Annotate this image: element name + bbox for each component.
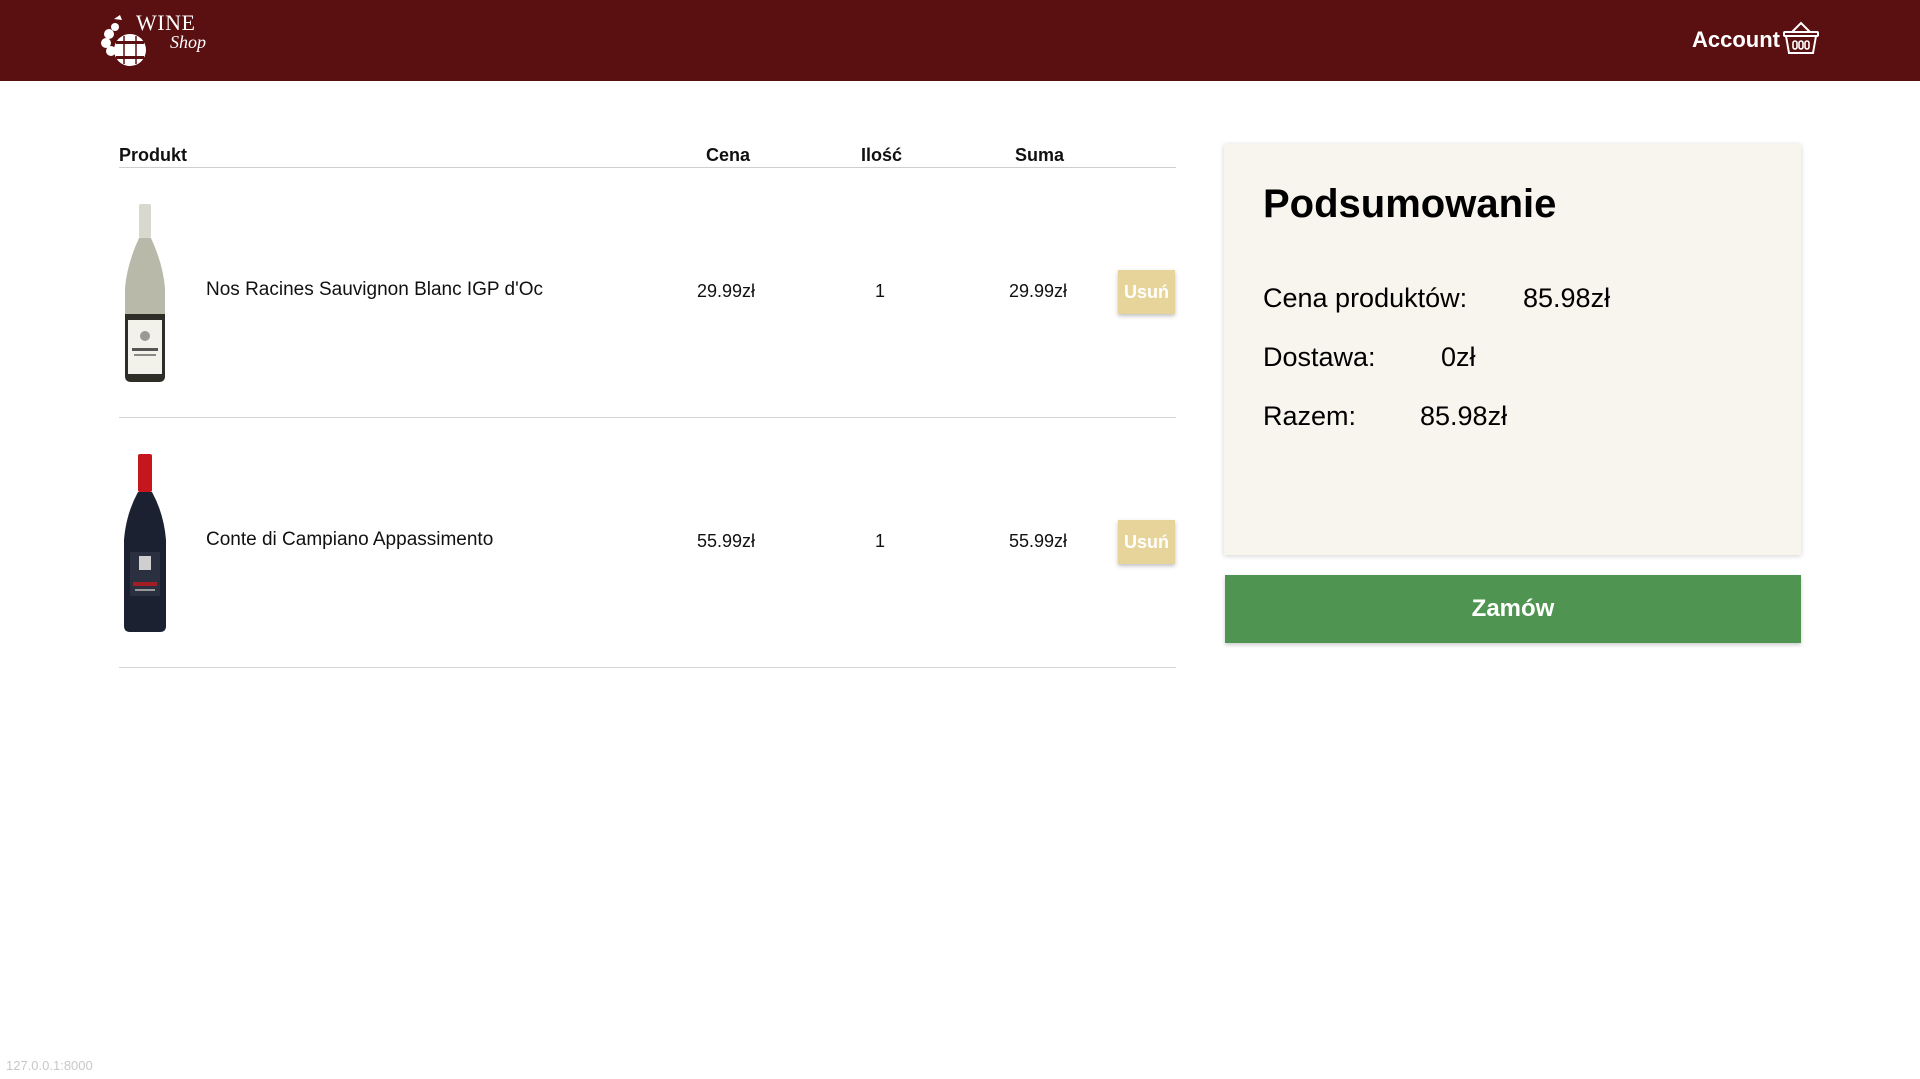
product-quantity: 1: [874, 281, 885, 301]
column-header-price: Cena: [706, 145, 751, 165]
products-total-label: Cena produktów:: [1263, 283, 1468, 313]
order-summary-panel: Podsumowanie Cena produktów: 85.98zł Dos…: [1224, 144, 1801, 555]
place-order-button[interactable]: Zamów: [1225, 575, 1801, 643]
grand-total-value: 85.98zł: [1420, 401, 1508, 431]
delivery-label: Dostawa:: [1263, 342, 1376, 372]
cart-row: Conte di Campiano Appassimento 55.99zł 1…: [119, 418, 1176, 668]
wine-shop-logo[interactable]: WINE Shop: [100, 8, 220, 72]
white-wine-bottle-image: [125, 204, 165, 382]
account-link[interactable]: Account: [1692, 27, 1780, 53]
remove-item-button[interactable]: Usuń: [1118, 270, 1175, 314]
status-url-hint: 127.0.0.1:8000: [6, 1058, 93, 1073]
grand-total-label: Razem:: [1263, 401, 1357, 431]
column-header-sum: Suma: [1015, 145, 1065, 165]
delivery-value: 0zł: [1441, 342, 1476, 372]
product-quantity: 1: [874, 531, 885, 551]
top-navigation-bar: WINE Shop Account: [0, 0, 1920, 81]
products-total-value: 85.98zł: [1523, 283, 1611, 313]
product-name[interactable]: Nos Racines Sauvignon Blanc IGP d'Oc: [206, 279, 543, 301]
cart-row: Nos Racines Sauvignon Blanc IGP d'Oc 29.…: [119, 168, 1176, 418]
product-sum: 29.99zł: [1008, 281, 1068, 301]
red-wine-bottle-image: [124, 454, 166, 632]
summary-delivery-row: Dostawa: 0zł: [1263, 342, 1476, 373]
basket-icon[interactable]: [1782, 20, 1820, 56]
cart-table-header: Produkt Cena Ilość Suma: [119, 140, 1176, 168]
column-header-product: Produkt: [119, 145, 188, 165]
cart-table: Produkt Cena Ilość Suma Nos Racines Sauv…: [119, 140, 1176, 668]
remove-item-button[interactable]: Usuń: [1118, 520, 1175, 564]
summary-products-row: Cena produktów: 85.98zł: [1263, 283, 1610, 314]
logo-subtitle: Shop: [170, 32, 206, 52]
product-price: 55.99zł: [696, 531, 756, 551]
summary-total-row: Razem: 85.98zł: [1263, 401, 1507, 432]
column-header-quantity: Ilość: [861, 145, 903, 165]
product-sum: 55.99zł: [1008, 531, 1068, 551]
product-name[interactable]: Conte di Campiano Appassimento: [206, 529, 493, 551]
product-price: 29.99zł: [696, 281, 756, 301]
summary-title: Podsumowanie: [1263, 182, 1557, 226]
